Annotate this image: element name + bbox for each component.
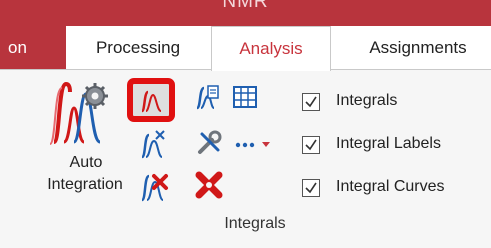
integrals-checkbox-row[interactable]: Integrals: [302, 90, 462, 114]
tab-analysis[interactable]: Analysis: [211, 26, 331, 71]
app-title: NMR: [222, 0, 269, 12]
manual-integration-button[interactable]: [139, 89, 163, 113]
integral-labels-checkbox[interactable]: [302, 136, 320, 154]
integral-delete-button[interactable]: [138, 170, 172, 202]
integral-table-button[interactable]: [232, 85, 258, 109]
integrals-checkbox[interactable]: [302, 93, 320, 111]
integral-clear-icon: [195, 171, 223, 199]
integral-edit-icon: [196, 85, 219, 110]
manual-integration-icon: [140, 90, 162, 113]
integral-split-button[interactable]: [138, 127, 170, 159]
integral-settings-icon: [198, 130, 222, 154]
integral-curves-checkbox[interactable]: [302, 179, 320, 197]
integral-labels-checkbox-row[interactable]: Integral Labels: [302, 133, 482, 157]
tab-processing[interactable]: Processing: [74, 26, 202, 70]
tab-partial[interactable]: on: [0, 26, 66, 70]
more-options-button[interactable]: [234, 136, 274, 150]
integral-settings-button[interactable]: [196, 128, 224, 156]
integrals-checkbox-label: Integrals: [336, 92, 398, 109]
integral-clear-button[interactable]: [194, 170, 224, 200]
more-options-icon: [235, 142, 270, 148]
checkmark-icon: [305, 139, 317, 151]
integral-table-icon: [233, 86, 257, 108]
auto-integration-label-line2: Integration: [47, 176, 123, 193]
ribbon-panel: Auto Integration Integrals Integral Labe…: [0, 69, 491, 248]
tab-assignments[interactable]: Assignments: [345, 26, 491, 70]
auto-integration-label-line1: Auto: [69, 154, 103, 171]
title-bar: NMR: [0, 0, 491, 26]
checkmark-icon: [305, 182, 317, 194]
ribbon-tab-row: on Processing Analysis Assignments: [0, 26, 491, 71]
integral-curves-checkbox-row[interactable]: Integral Curves: [302, 176, 482, 200]
integral-edit-button[interactable]: [193, 82, 221, 110]
auto-integration-icon: [49, 81, 108, 145]
integral-split-icon: [140, 130, 165, 159]
integrals-group-label: Integrals: [224, 215, 286, 232]
integral-curves-checkbox-label: Integral Curves: [336, 178, 445, 195]
integral-delete-icon: [140, 174, 168, 202]
checkmark-icon: [305, 96, 317, 108]
integral-labels-checkbox-label: Integral Labels: [336, 135, 441, 152]
